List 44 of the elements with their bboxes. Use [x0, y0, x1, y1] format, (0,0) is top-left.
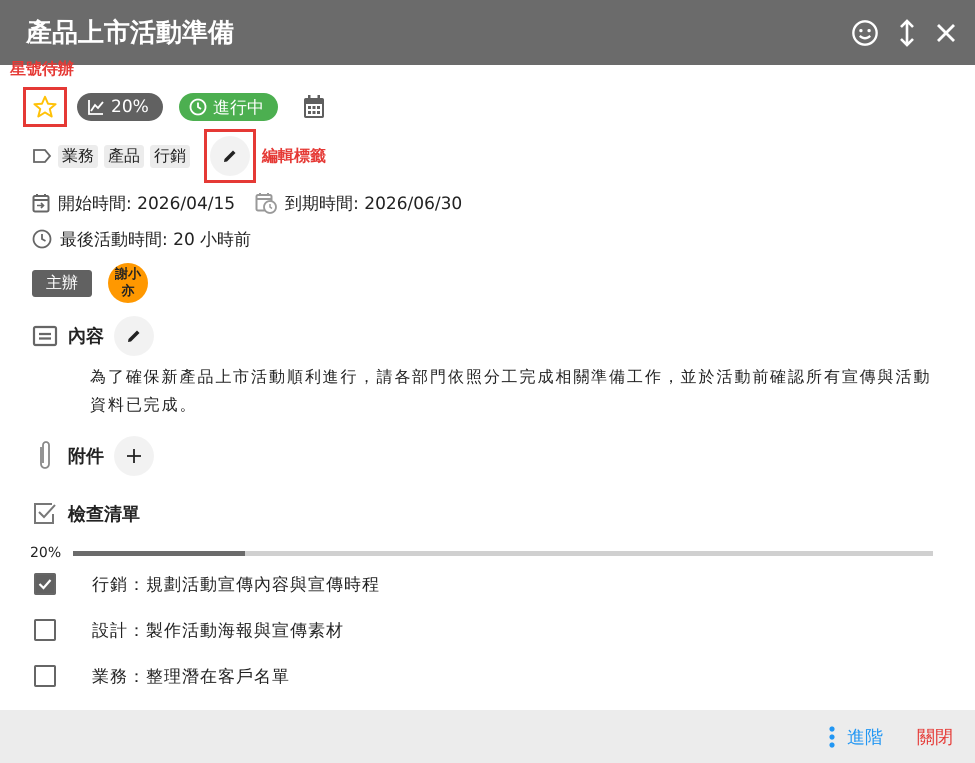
- close-button[interactable]: 關閉: [917, 724, 953, 748]
- calendar-icon[interactable]: [302, 94, 326, 120]
- section-heading: 檢查清單: [68, 503, 140, 526]
- more-vertical-icon: [829, 726, 835, 748]
- annotation-label: 編輯標籤: [262, 146, 326, 166]
- smiley-icon[interactable]: [851, 18, 879, 46]
- trend-chart-icon: [87, 98, 105, 116]
- role-badge: 主辦: [32, 270, 92, 296]
- calendar-start-icon: [32, 193, 50, 213]
- tag-chip: 業務: [58, 144, 98, 168]
- tag-chip: 行銷: [150, 144, 190, 168]
- checkbox[interactable]: [34, 619, 56, 641]
- plus-icon: [126, 448, 142, 464]
- advanced-button[interactable]: 進階: [829, 724, 883, 748]
- checkbox[interactable]: [34, 573, 56, 595]
- checklist-item: 行銷：規劃活動宣傳內容與宣傳時程: [92, 574, 380, 596]
- edit-content-button[interactable]: [114, 316, 154, 356]
- close-icon[interactable]: [935, 22, 957, 44]
- clock-icon: [32, 229, 52, 249]
- status-badge: 進行中: [178, 93, 278, 121]
- start-date: 開始時間: 2026/04/15: [58, 192, 236, 214]
- notes-icon: [32, 325, 58, 347]
- content-text: 為了確保新產品上市活動順利進行，請各部門依照分工完成相關準備工作，並於活動前確認所有宣傳與活動資料已完成。: [90, 366, 932, 416]
- clock-icon: [188, 98, 207, 116]
- progress-percent: 20%: [30, 545, 62, 561]
- tag-chip: 產品: [104, 144, 144, 168]
- edit-tags-button[interactable]: [210, 136, 250, 176]
- progress-badge: 20%: [77, 93, 163, 121]
- section-heading: 內容: [68, 325, 104, 348]
- section-heading: 附件: [68, 445, 104, 468]
- tag-icon: [32, 148, 52, 164]
- member-avatar[interactable]: 謝小亦: [108, 263, 148, 303]
- checklist-item: 業務：整理潛在客戶名單: [92, 666, 290, 688]
- last-activity: 最後活動時間: 20 小時前: [60, 228, 252, 250]
- checklist-item: 設計：製作活動海報與宣傳素材: [92, 620, 344, 642]
- due-date: 到期時間: 2026/06/30: [285, 192, 462, 214]
- star-icon[interactable]: [32, 94, 58, 120]
- add-attachment-button[interactable]: [114, 436, 154, 476]
- vertical-arrows-icon[interactable]: [897, 18, 917, 48]
- window-title: 產品上市活動準備: [26, 17, 234, 50]
- annotation-label: 星號待辦: [10, 59, 74, 80]
- checkbox[interactable]: [34, 665, 56, 687]
- checkbox-icon: [32, 502, 58, 526]
- calendar-clock-icon: [255, 192, 278, 214]
